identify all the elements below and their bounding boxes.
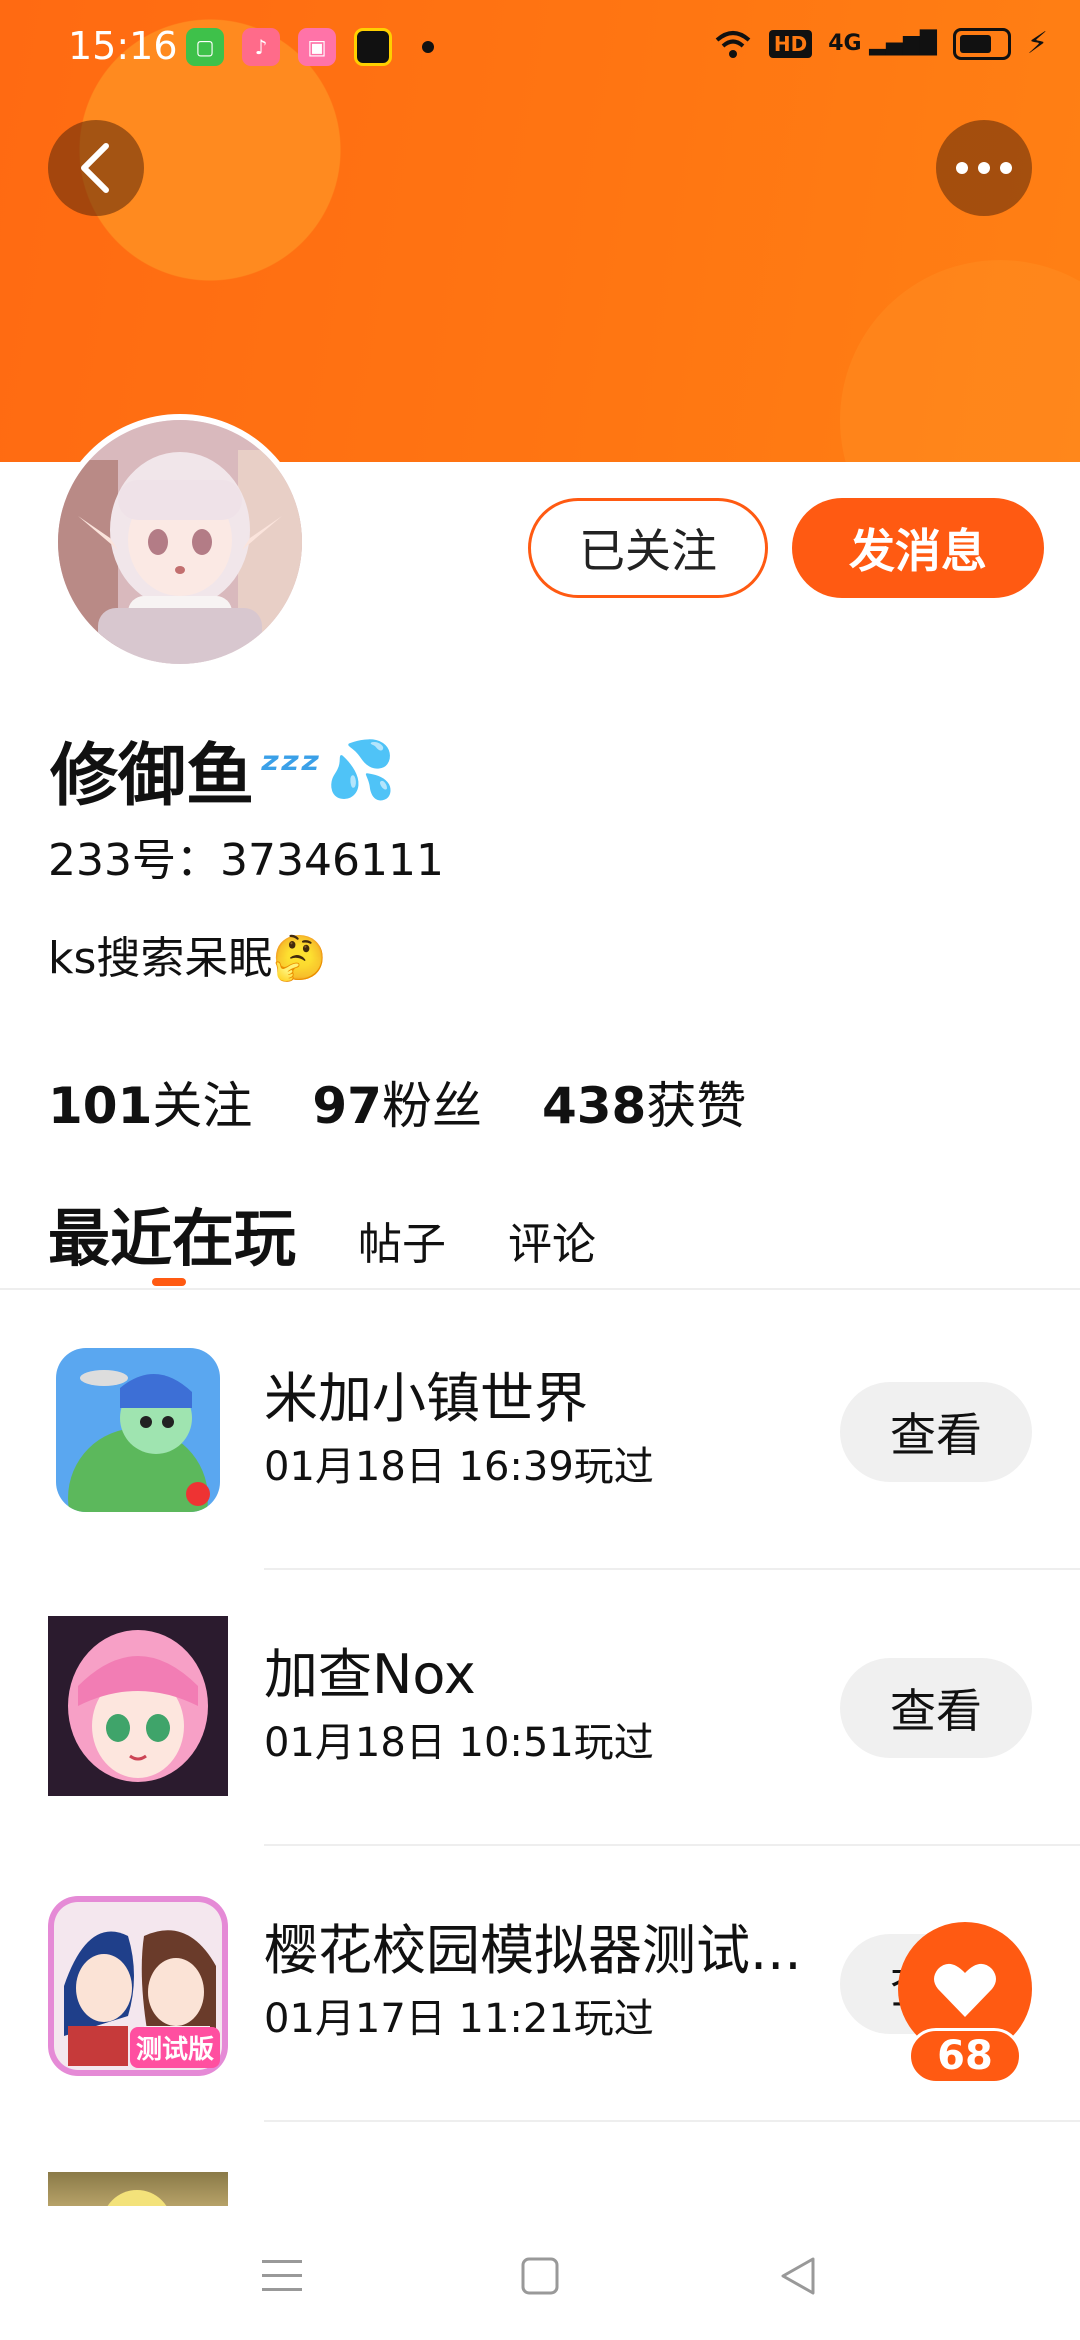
row-divider xyxy=(264,1568,1080,1570)
back-button[interactable] xyxy=(48,120,144,216)
row-divider xyxy=(264,2120,1080,2122)
back-triangle-icon xyxy=(781,2257,815,2295)
user-bio: ks搜索呆眠🤔 xyxy=(48,933,328,984)
more-dots-icon xyxy=(956,162,1012,174)
tab-posts[interactable]: 帖子 xyxy=(358,1208,446,1278)
game-title: 加查Nox xyxy=(264,1643,476,1706)
test-version-badge: 测试版 xyxy=(129,2027,220,2068)
tab-comments[interactable]: 评论 xyxy=(508,1208,596,1278)
view-button[interactable]: 查看 xyxy=(840,1382,1032,1482)
system-indicators: HD 4G ▂▄▆█ ⚡ xyxy=(713,26,1048,61)
system-navigation-bar xyxy=(0,2206,1080,2340)
back-nav-button[interactable] xyxy=(768,2246,828,2306)
game-icon-sakura-school: 测试版 xyxy=(48,1896,228,2076)
game-icon-partial xyxy=(48,2172,228,2208)
more-button[interactable] xyxy=(936,120,1032,216)
menu-icon xyxy=(262,2260,302,2291)
view-button[interactable]: 查看 xyxy=(840,1658,1032,1758)
game-title: 樱花校园模拟器测试... xyxy=(264,1919,802,1982)
game-played-time: 01月18日 16:39玩过 xyxy=(264,1444,654,1490)
like-count: 68 xyxy=(908,2028,1022,2084)
status-bar: 15:16 ▢ ♪ ▣ HD 4G ▂▄▆█ ⚡ xyxy=(0,0,1080,96)
game-played-time: 01月17日 11:21玩过 xyxy=(264,1996,654,2042)
row-divider xyxy=(264,1844,1080,1846)
battery-level xyxy=(959,34,991,53)
gacha-nox-icon xyxy=(48,1616,228,1796)
home-button[interactable] xyxy=(510,2246,570,2306)
sweat-drops-emoji: 💦 xyxy=(326,737,396,803)
list-item[interactable]: 米加小镇世界 01月18日 16:39玩过 查看 xyxy=(0,1298,1080,1574)
avatar-illustration xyxy=(58,420,302,664)
profile-stats: 101关注 97粉丝 438获赞 xyxy=(48,1066,746,1138)
charging-icon: ⚡ xyxy=(1026,26,1048,61)
music-app-icon: ♪ xyxy=(242,28,280,66)
game-icon-gacha-nox xyxy=(48,1616,228,1796)
user-id: 233号：37346111 xyxy=(48,835,444,886)
stat-following[interactable]: 101关注 xyxy=(48,1066,252,1138)
username: 修御鱼 ᶻᶻᶻ 💦 xyxy=(50,720,396,819)
username-text: 修御鱼 xyxy=(50,737,255,816)
battery-icon xyxy=(952,27,1011,60)
heart-icon xyxy=(934,1963,996,2017)
notification-icons: ▢ ♪ ▣ xyxy=(186,28,434,66)
signal-icon: 4G ▂▄▆█ xyxy=(828,31,937,56)
menu-button[interactable] xyxy=(252,2246,312,2306)
black-app-icon xyxy=(354,28,392,66)
game-played-time: 01月18日 10:51玩过 xyxy=(264,1720,654,1766)
toca-world-icon xyxy=(56,1348,220,1512)
game-title: 米加小镇世界 xyxy=(264,1367,588,1430)
sleep-emoji: ᶻᶻᶻ xyxy=(260,741,321,798)
more-notifications-dot xyxy=(422,41,434,53)
chevron-left-icon xyxy=(81,143,109,193)
profile-tabs: 最近在玩 帖子 评论 xyxy=(48,1188,596,1278)
hd-badge: HD xyxy=(768,29,813,58)
stat-likes[interactable]: 438获赞 xyxy=(542,1066,746,1138)
send-message-button[interactable]: 发消息 xyxy=(792,498,1044,598)
home-square-icon xyxy=(521,2257,559,2295)
status-time: 15:16 xyxy=(68,24,178,68)
tabs-divider xyxy=(0,1288,1080,1290)
stat-followers[interactable]: 97粉丝 xyxy=(312,1066,482,1138)
tab-indicator xyxy=(152,1278,186,1286)
list-item[interactable]: 加查Nox 01月18日 10:51玩过 查看 xyxy=(0,1574,1080,1850)
avatar[interactable] xyxy=(52,414,308,670)
bilibili-icon: ▣ xyxy=(298,28,336,66)
wifi-icon xyxy=(715,30,751,58)
tab-recently-played[interactable]: 最近在玩 xyxy=(48,1188,296,1278)
followed-button[interactable]: 已关注 xyxy=(528,498,768,598)
game-icon-toca xyxy=(56,1348,220,1512)
green-app-icon: ▢ xyxy=(186,28,224,66)
